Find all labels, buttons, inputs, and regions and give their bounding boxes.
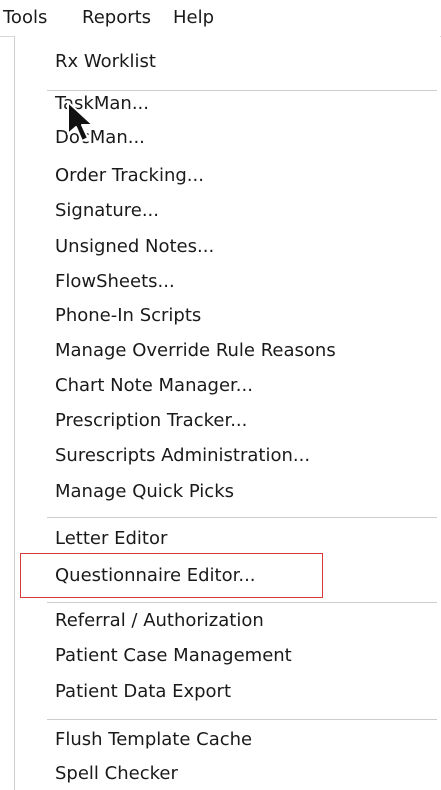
menu-item-docman[interactable]: DocMan... [55,122,145,154]
menu-separator [47,517,437,518]
menu-item-prescription-tracker[interactable]: Prescription Tracker... [55,405,247,437]
menu-tools[interactable]: Tools [3,4,69,32]
menu-item-letter-editor[interactable]: Letter Editor [55,523,167,555]
menu-item-flowsheets[interactable]: FlowSheets... [55,266,175,298]
menu-item-rx-worklist[interactable]: Rx Worklist [55,46,156,78]
menu-item-taskman[interactable]: TaskMan... [55,88,149,120]
menu-item-flush-template-cache[interactable]: Flush Template Cache [55,724,252,756]
tools-dropdown-menu: Rx Worklist TaskMan... DocMan... Order T… [14,36,440,790]
menu-separator [47,602,437,603]
menu-item-unsigned-notes[interactable]: Unsigned Notes... [55,231,214,263]
menu-item-phone-in-scripts[interactable]: Phone-In Scripts [55,300,201,332]
menu-item-patient-case-management[interactable]: Patient Case Management [55,640,292,672]
menu-bar: Tools Reports Help [0,0,441,37]
menu-item-order-tracking[interactable]: Order Tracking... [55,160,204,192]
menu-item-spell-checker[interactable]: Spell Checker [55,758,178,790]
menu-separator [47,719,437,720]
menu-item-surescripts-administration[interactable]: Surescripts Administration... [55,440,310,472]
menu-item-questionnaire-editor[interactable]: Questionnaire Editor... [55,560,256,592]
menu-reports[interactable]: Reports [82,4,162,32]
menu-help[interactable]: Help [173,4,225,32]
menu-item-signature[interactable]: Signature... [55,195,159,227]
menu-item-patient-data-export[interactable]: Patient Data Export [55,676,231,708]
menu-item-chart-note-manager[interactable]: Chart Note Manager... [55,370,253,402]
menu-item-manage-override-rule-reasons[interactable]: Manage Override Rule Reasons [55,335,336,367]
menu-item-manage-quick-picks[interactable]: Manage Quick Picks [55,476,234,508]
menu-item-referral-authorization[interactable]: Referral / Authorization [55,605,264,637]
